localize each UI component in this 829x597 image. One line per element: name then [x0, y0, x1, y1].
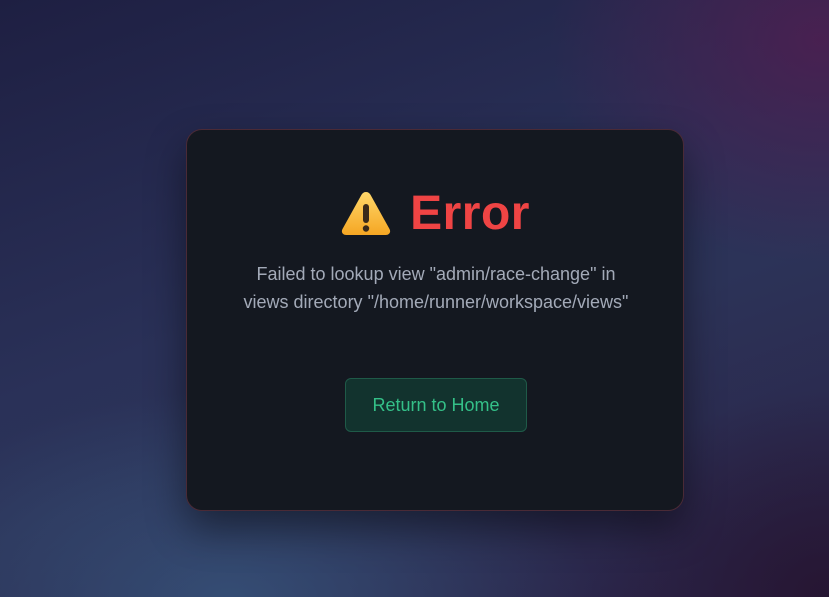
error-title: Error	[410, 186, 530, 240]
error-card: Error Failed to lookup view "admin/race-…	[186, 129, 684, 511]
return-home-button[interactable]: Return to Home	[345, 378, 527, 432]
warning-icon	[340, 189, 392, 237]
error-message: Failed to lookup view "admin/race-change…	[243, 264, 629, 312]
error-heading: Error	[187, 182, 683, 244]
